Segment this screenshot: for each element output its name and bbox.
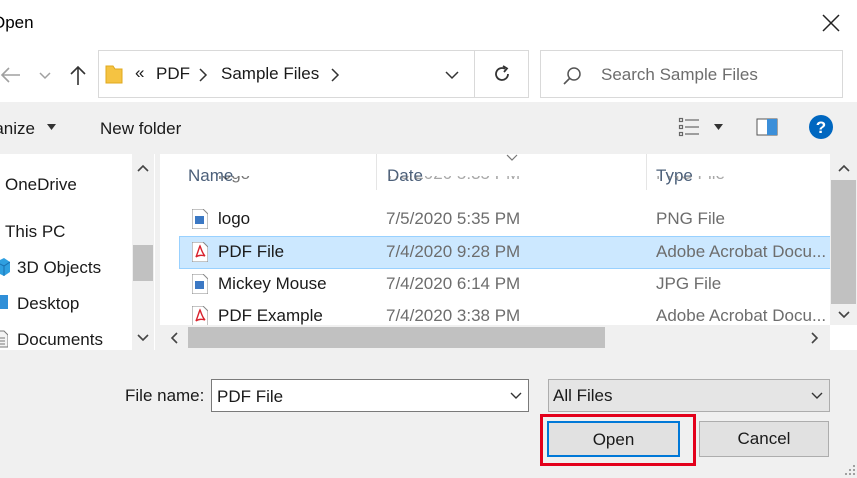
file-type: PNG File	[656, 209, 725, 228]
organize-label: Organize	[0, 119, 35, 138]
address-history-chevron-icon[interactable]	[444, 69, 460, 81]
view-details-icon[interactable]	[678, 116, 700, 138]
chevron-down-icon	[811, 392, 823, 399]
breadcrumb-separator-icon[interactable]	[198, 68, 208, 82]
scroll-right-icon[interactable]	[811, 332, 819, 344]
preview-pane-icon[interactable]	[756, 117, 778, 137]
file-type-filter-select[interactable]: All Files	[548, 379, 830, 412]
file-name: logo	[218, 176, 250, 184]
address-bar[interactable]: « PDF Sample Files	[98, 50, 475, 98]
file-name-label: File name:	[125, 386, 205, 405]
nav-scroll-thumb[interactable]	[133, 245, 153, 281]
refresh-button[interactable]	[475, 50, 529, 98]
cancel-button[interactable]: Cancel	[699, 421, 829, 457]
scroll-left-icon[interactable]	[170, 332, 178, 344]
file-list-scroll-thumb[interactable]	[831, 180, 856, 304]
search-icon	[563, 67, 581, 85]
nav-item-label: This PC	[5, 222, 66, 241]
scroll-up-icon[interactable]	[838, 164, 850, 172]
up-arrow-icon[interactable]	[67, 64, 89, 86]
file-name-dropdown-icon[interactable]	[510, 392, 522, 400]
file-name-value: PDF File	[217, 387, 284, 406]
title-bar: Open	[0, 0, 857, 46]
nav-pane-scrollbar[interactable]	[132, 154, 154, 350]
dialog-footer	[0, 350, 857, 478]
help-icon[interactable]: ?	[808, 114, 834, 140]
file-name: PDF File	[218, 242, 285, 261]
table-row[interactable]: logo 7/5/2020 5:35 PM PNG File	[180, 176, 830, 190]
close-icon[interactable]	[820, 12, 842, 34]
file-type: Adobe Acrobat Docu...	[656, 242, 827, 261]
file-list: Name Date Type logo 7/5/2020 5:35 PM PNG…	[160, 154, 857, 350]
svg-text:?: ?	[816, 118, 826, 137]
new-folder-button[interactable]: New folder	[100, 119, 181, 139]
nav-item-label: 3D Objects	[17, 258, 102, 277]
nav-item-label: Documents	[17, 330, 103, 349]
organize-button[interactable]: Organize	[0, 102, 62, 154]
table-row[interactable]: logo 7/5/2020 5:35 PM PNG File	[180, 204, 830, 235]
resize-grip-icon[interactable]	[844, 464, 856, 476]
breadcrumb-pdf[interactable]: PDF	[156, 64, 190, 84]
file-type: PNG File	[656, 176, 725, 184]
pdf-file-icon	[192, 242, 208, 262]
back-arrow-icon[interactable]	[0, 64, 22, 86]
file-list-vertical-scrollbar[interactable]	[830, 154, 857, 325]
address-overflow[interactable]: «	[135, 63, 144, 83]
command-bar: Organize New folder ?	[0, 102, 857, 154]
file-name: PDF Example	[218, 306, 323, 325]
dialog-title: Open	[0, 13, 34, 32]
nav-item-label: Desktop	[17, 294, 80, 313]
file-date: 7/5/2020 5:35 PM	[386, 176, 520, 184]
nav-item-label: OneDrive	[5, 175, 77, 194]
file-list-horizontal-scrollbar[interactable]	[160, 325, 830, 350]
file-date: 7/5/2020 5:35 PM	[386, 209, 521, 228]
scroll-up-icon[interactable]	[137, 164, 149, 172]
scroll-down-icon[interactable]	[838, 311, 850, 319]
folder-icon	[105, 65, 123, 84]
cube-icon	[0, 258, 10, 276]
pdf-file-icon	[192, 306, 208, 326]
file-name: Mickey Mouse	[218, 274, 327, 293]
file-date: 7/4/2020 3:38 PM	[386, 306, 521, 325]
file-date: 7/4/2020 9:28 PM	[386, 242, 521, 261]
breadcrumb-separator-icon[interactable]	[330, 68, 340, 82]
search-box[interactable]: Search Sample Files	[540, 50, 843, 98]
table-row[interactable]: Mickey Mouse 7/4/2020 6:14 PM JPG File	[180, 269, 830, 300]
desktop-icon	[0, 295, 8, 309]
file-name-field[interactable]: PDF File	[211, 379, 529, 412]
table-row[interactable]: PDF File 7/4/2020 9:28 PM Adobe Acrobat …	[179, 236, 832, 269]
dropdown-arrow-icon	[47, 124, 56, 130]
file-type: Adobe Acrobat Docu...	[656, 306, 827, 325]
file-type: JPG File	[656, 274, 722, 293]
horizontal-scroll-thumb[interactable]	[188, 327, 605, 348]
breadcrumb-sample-files[interactable]: Sample Files	[221, 64, 319, 84]
file-name: logo	[218, 209, 251, 228]
scroll-down-icon[interactable]	[137, 334, 149, 342]
recent-locations-chevron-icon[interactable]	[37, 64, 53, 86]
sort-indicator-icon	[506, 154, 518, 161]
document-icon	[0, 330, 8, 348]
file-date: 7/4/2020 6:14 PM	[386, 274, 521, 293]
refresh-icon	[495, 65, 509, 81]
image-file-icon	[192, 209, 208, 229]
image-file-icon	[192, 274, 208, 294]
search-input[interactable]: Search Sample Files	[601, 65, 758, 85]
open-button[interactable]: Open	[547, 421, 680, 457]
view-options-dropdown-icon[interactable]	[714, 124, 723, 130]
file-type-filter-value: All Files	[553, 386, 613, 405]
